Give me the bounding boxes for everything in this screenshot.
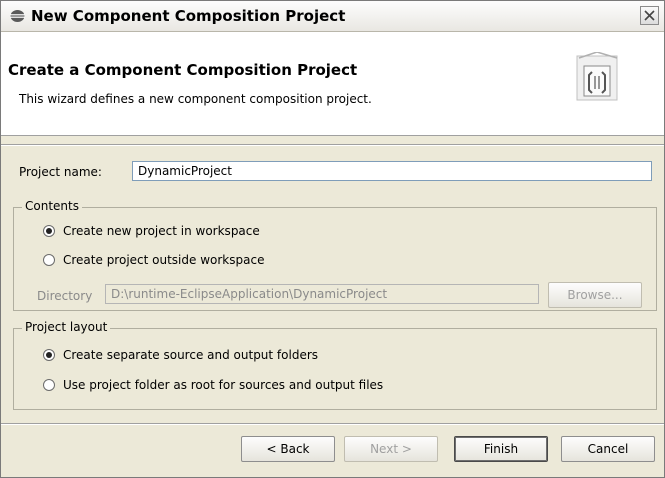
- button-bar-separator: [1, 423, 664, 425]
- project-root-label[interactable]: Use project folder as root for sources a…: [63, 378, 383, 392]
- page-description: This wizard defines a new component comp…: [19, 92, 372, 106]
- project-name-input[interactable]: DynamicProject: [132, 161, 652, 181]
- project-layout-legend: Project layout: [22, 320, 111, 334]
- contents-legend: Contents: [22, 199, 82, 213]
- create-outside-workspace-label[interactable]: Create project outside workspace: [63, 253, 264, 267]
- separate-folders-radio[interactable]: [43, 349, 55, 361]
- banner-separator: [1, 144, 664, 146]
- eclipse-icon: [10, 10, 25, 22]
- project-name-label: Project name:: [19, 165, 102, 179]
- page-title: Create a Component Composition Project: [8, 61, 358, 79]
- create-in-workspace-radio[interactable]: [43, 225, 55, 237]
- project-root-radio[interactable]: [43, 379, 55, 391]
- cancel-button[interactable]: Cancel: [561, 436, 655, 462]
- separate-folders-label[interactable]: Create separate source and output folder…: [63, 348, 318, 362]
- create-in-workspace-label[interactable]: Create new project in workspace: [63, 224, 260, 238]
- window-title: New Component Composition Project: [31, 7, 346, 25]
- wizard-window: New Component Composition Project Create…: [0, 0, 665, 478]
- close-button[interactable]: [640, 6, 659, 25]
- project-wizard-icon: [576, 52, 618, 101]
- browse-button[interactable]: Browse...: [548, 282, 642, 308]
- wizard-banner: Create a Component Composition Project T…: [1, 32, 664, 136]
- create-outside-workspace-radio[interactable]: [43, 254, 55, 266]
- directory-label: Directory: [37, 289, 93, 303]
- directory-input[interactable]: D:\runtime-EclipseApplication\DynamicPro…: [105, 284, 539, 304]
- next-button[interactable]: Next >: [344, 436, 438, 462]
- project-layout-group: Project layout: [13, 320, 657, 410]
- title-bar[interactable]: New Component Composition Project: [1, 1, 664, 32]
- finish-button[interactable]: Finish: [454, 436, 548, 462]
- back-button[interactable]: < Back: [241, 436, 335, 462]
- close-icon: [644, 10, 655, 21]
